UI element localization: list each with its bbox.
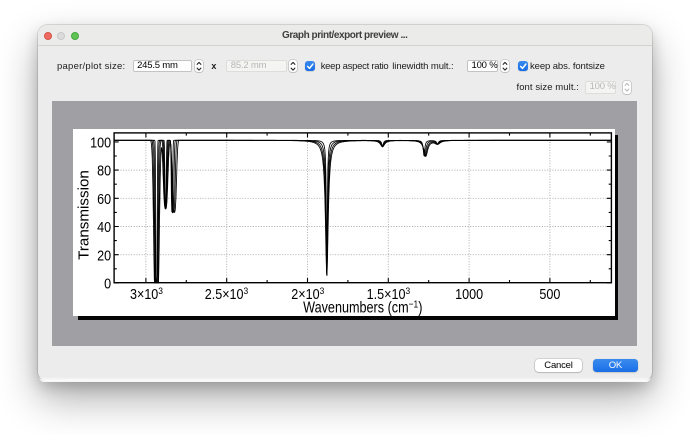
- svg-text:Wavenumbers (cm−1): Wavenumbers (cm−1): [303, 297, 422, 315]
- svg-text:80: 80: [97, 162, 111, 178]
- svg-text:Transmission: Transmission: [75, 170, 92, 260]
- svg-text:40: 40: [97, 219, 111, 235]
- svg-text:20: 20: [97, 247, 111, 263]
- svg-text:0: 0: [104, 275, 111, 291]
- svg-text:2.5×103: 2.5×103: [205, 285, 249, 302]
- svg-text:100: 100: [90, 134, 111, 150]
- svg-text:500: 500: [539, 286, 560, 302]
- svg-text:3×103: 3×103: [130, 285, 163, 302]
- svg-text:60: 60: [97, 191, 111, 207]
- svg-text:1000: 1000: [455, 286, 483, 302]
